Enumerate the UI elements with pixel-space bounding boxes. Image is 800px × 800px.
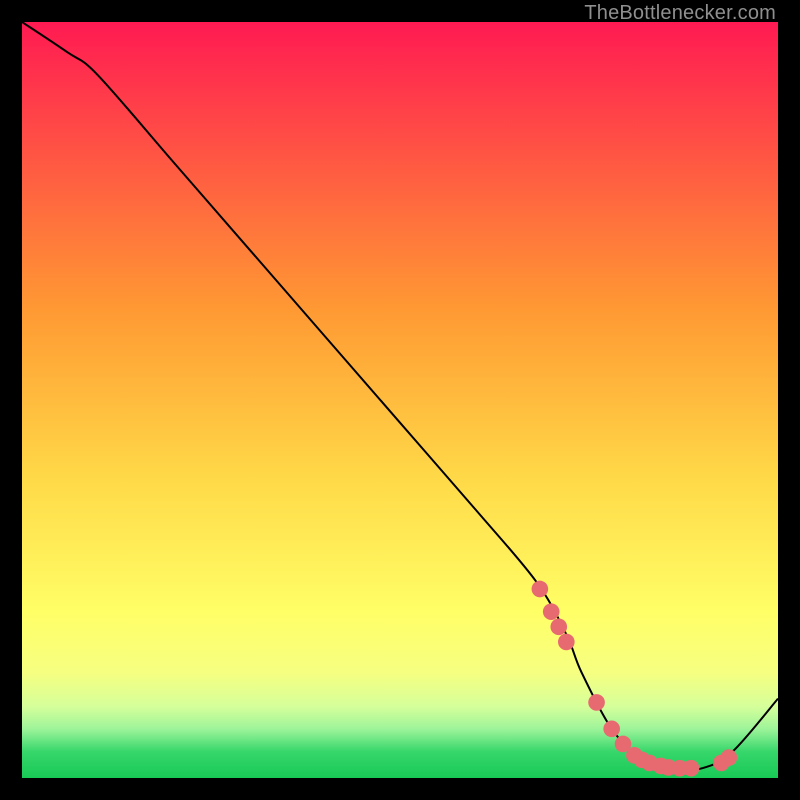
data-marker	[558, 634, 575, 651]
gradient-background	[22, 22, 778, 778]
bottleneck-curve-plot	[22, 22, 778, 778]
data-marker	[550, 618, 567, 635]
data-marker	[532, 581, 549, 598]
data-marker	[543, 603, 560, 620]
data-marker	[588, 694, 605, 711]
data-marker	[721, 749, 738, 766]
attribution-text: TheBottlenecker.com	[584, 2, 776, 25]
data-marker	[683, 760, 700, 777]
data-marker	[603, 721, 620, 738]
chart-stage: TheBottlenecker.com	[0, 0, 800, 800]
